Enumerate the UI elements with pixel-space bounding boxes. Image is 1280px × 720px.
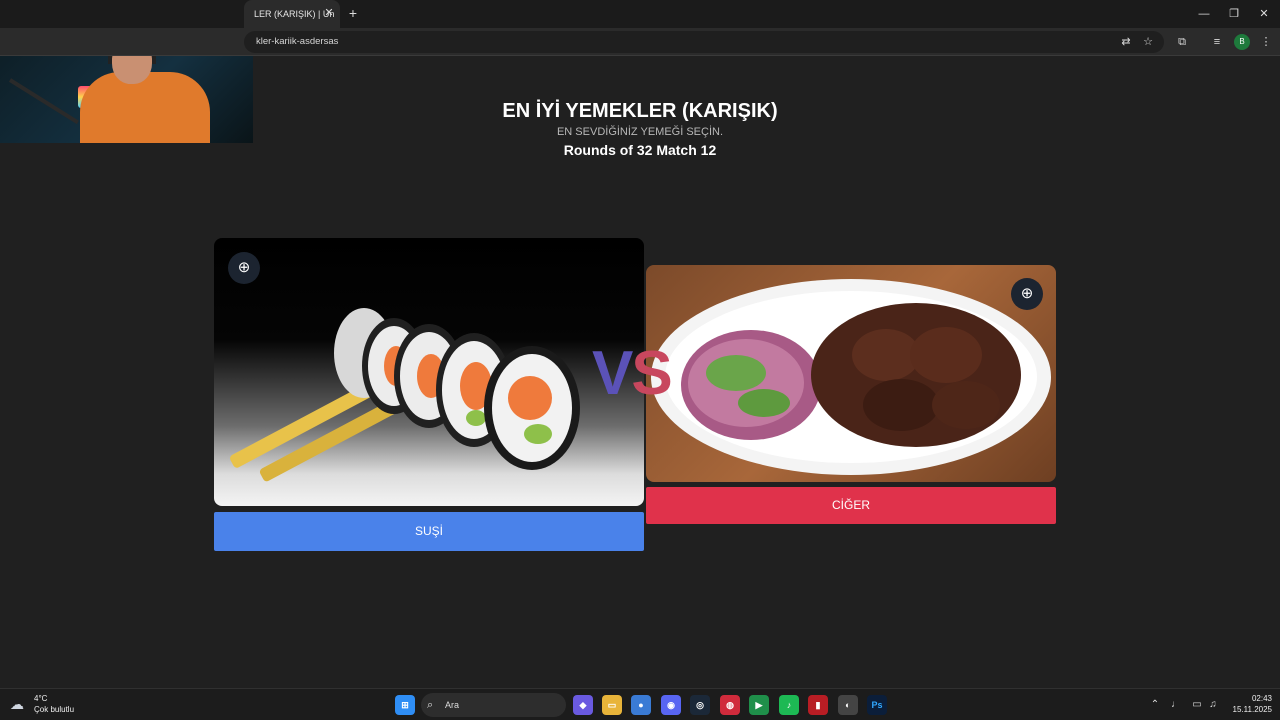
media-icon[interactable]: ≡	[1209, 34, 1225, 50]
obs-icon[interactable]: ◐	[838, 695, 858, 715]
zoom-left-icon[interactable]: ⊕	[228, 252, 260, 284]
search-placeholder: Ara	[445, 700, 460, 710]
photoshop-icon[interactable]: Ps	[867, 695, 887, 715]
liver-image[interactable]	[646, 265, 1056, 482]
app-bars-icon[interactable]: ▮	[808, 695, 828, 715]
tab-bar: LER (KARIŞIK) | Un ✕ + — ❐ ✕	[0, 0, 1280, 28]
tab-close-icon[interactable]: ✕	[322, 6, 336, 20]
network-icon[interactable]: ▭	[1190, 697, 1204, 713]
app-red-icon[interactable]: ◍	[720, 695, 740, 715]
zoom-right-icon[interactable]: ⊕	[1011, 278, 1043, 310]
extensions-icon[interactable]: ⧉	[1174, 34, 1190, 50]
taskbar: ☁ 4°C Çok bulutlu ⊞ ⌕ Ara ◆ ▭ ● ◉ ◎ ◍ ▶ …	[0, 688, 1280, 720]
weather-widget[interactable]: ☁ 4°C Çok bulutlu	[10, 693, 90, 717]
bookmark-star-icon[interactable]: ☆	[1140, 34, 1156, 50]
cloud-icon: ☁	[10, 696, 24, 712]
browser-toolbar: kler-kariik-asdersas ⇄ ☆ ⧉ ≡ B ⋮	[0, 28, 1280, 56]
microphone-icon[interactable]: ♩	[1169, 697, 1183, 713]
sushi-illustration	[230, 308, 580, 482]
page-subtitle: EN SEVDİĞİNİZ YEMEĞİ SEÇİN.	[556, 126, 724, 138]
tray-chevron-icon[interactable]: ⌃	[1148, 697, 1162, 713]
vs-letter-v: V	[592, 339, 633, 408]
taskbar-search[interactable]: ⌕ Ara	[421, 693, 566, 717]
start-button-icon[interactable]: ⊞	[395, 695, 415, 715]
sushi-image[interactable]	[214, 238, 644, 506]
weather-temp: 4°C	[34, 694, 48, 703]
app-green-icon[interactable]: ▶	[749, 695, 769, 715]
volume-icon[interactable]: ♫	[1206, 697, 1220, 713]
vs-label: VS	[592, 338, 692, 408]
clock-date[interactable]: 15.11.2025	[1220, 705, 1272, 714]
liver-illustration	[651, 279, 1051, 475]
copilot-icon[interactable]: ◆	[573, 695, 593, 715]
restore-icon[interactable]: ❐	[1226, 6, 1242, 22]
discord-icon[interactable]: ◉	[661, 695, 681, 715]
page-title: EN İYİ YEMEKLER (KARIŞIK)	[502, 100, 778, 122]
steam-icon[interactable]: ◎	[690, 695, 710, 715]
choose-left-button[interactable]: SUŞİ	[214, 512, 644, 551]
clock-time[interactable]: 02:43	[1226, 694, 1272, 703]
file-explorer-icon[interactable]: ▭	[602, 695, 622, 715]
spotify-icon[interactable]: ♪	[779, 695, 799, 715]
vs-letter-s: S	[631, 339, 672, 408]
choose-right-button[interactable]: CİĞER	[646, 487, 1056, 524]
url-text: kler-kariik-asdersas	[256, 36, 339, 47]
chrome-icon[interactable]: ●	[631, 695, 651, 715]
search-icon: ⌕	[427, 699, 434, 711]
translate-icon[interactable]: ⇄	[1118, 34, 1134, 50]
weather-desc: Çok bulutlu	[34, 705, 75, 714]
minimize-icon[interactable]: —	[1196, 6, 1212, 22]
address-bar[interactable]: kler-kariik-asdersas	[244, 31, 1164, 53]
profile-avatar[interactable]: B	[1234, 34, 1250, 50]
round-info: Rounds of 32 Match 12	[563, 142, 717, 158]
new-tab-icon[interactable]: +	[345, 5, 361, 21]
menu-icon[interactable]: ⋮	[1258, 34, 1274, 50]
close-window-icon[interactable]: ✕	[1256, 6, 1272, 22]
